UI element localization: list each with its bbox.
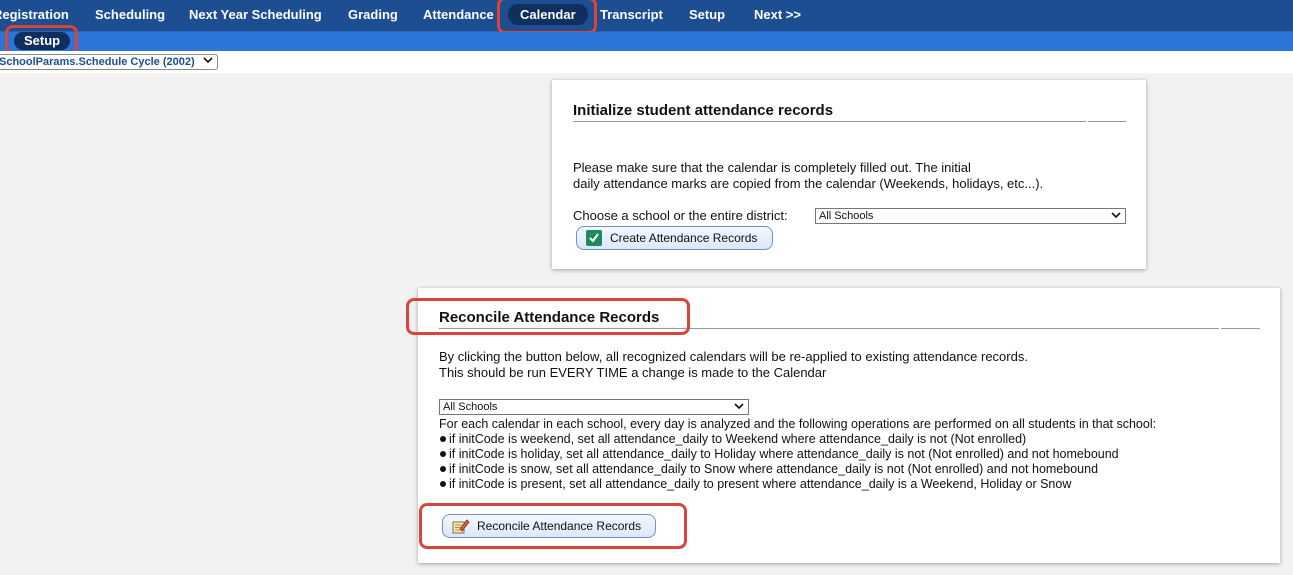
tab-scheduling[interactable]: Scheduling: [95, 7, 165, 22]
reconcile-description: For each calendar in each school, every …: [439, 417, 1157, 431]
tab-registration[interactable]: Registration: [0, 7, 69, 22]
sub-nav: Setup: [0, 32, 1293, 51]
tab-transcript[interactable]: Transcript: [600, 7, 663, 22]
top-nav: Registration Scheduling Next Year Schedu…: [0, 0, 1293, 32]
reconcile-panel: Reconcile Attendance Records By clicking…: [418, 288, 1280, 563]
tab-attendance[interactable]: Attendance: [423, 7, 494, 22]
chevron-down-icon: [203, 55, 213, 70]
initialize-text-line1: Please make sure that the calendar is co…: [573, 160, 971, 175]
tab-next-year-scheduling[interactable]: Next Year Scheduling: [189, 7, 322, 22]
initialize-text-line2: daily attendance marks are copied from t…: [573, 176, 1044, 191]
bullet-icon: [440, 451, 446, 457]
reconcile-attendance-records-button[interactable]: Reconcile Attendance Records: [442, 514, 656, 538]
check-icon: [586, 230, 602, 246]
initialize-panel: Initialize student attendance records Pl…: [552, 80, 1146, 269]
create-button-label: Create Attendance Records: [610, 231, 758, 245]
reconcile-text-line2: This should be run EVERY TIME a change i…: [439, 365, 827, 380]
subtab-setup[interactable]: Setup: [14, 32, 71, 50]
list-item: if initCode is weekend, set all attendan…: [439, 432, 1119, 447]
cycle-bar: SchoolParams.Schedule Cycle (2002): [0, 51, 1293, 73]
bullet-icon: [440, 436, 446, 442]
tab-grading[interactable]: Grading: [348, 7, 398, 22]
list-item: if initCode is snow, set all attendance_…: [439, 462, 1119, 477]
chevron-down-icon: [734, 401, 744, 416]
reconcile-button-label: Reconcile Attendance Records: [477, 519, 642, 533]
pencil-icon: [452, 518, 470, 534]
tab-setup[interactable]: Setup: [689, 7, 725, 22]
schedule-cycle-select[interactable]: SchoolParams.Schedule Cycle (2002): [0, 54, 218, 70]
tab-next[interactable]: Next >>: [754, 7, 801, 22]
reconcile-school-select[interactable]: All Schools: [439, 399, 749, 415]
title-rule-end: [1088, 121, 1126, 122]
create-attendance-records-button[interactable]: Create Attendance Records: [576, 226, 773, 250]
reconcile-operations-list: if initCode is weekend, set all attendan…: [439, 432, 1119, 492]
tab-calendar[interactable]: Calendar: [508, 4, 588, 25]
choose-school-label: Choose a school or the entire district:: [573, 208, 788, 223]
init-school-value: All Schools: [819, 210, 874, 222]
schedule-cycle-value: SchoolParams.Schedule Cycle (2002): [0, 56, 195, 68]
reconcile-school-value: All Schools: [443, 401, 498, 413]
title-rule: [573, 121, 1086, 122]
list-item: if initCode is present, set all attendan…: [439, 477, 1119, 492]
reconcile-text-line1: By clicking the button below, all recogn…: [439, 349, 1028, 364]
initialize-title: Initialize student attendance records: [573, 102, 834, 119]
reconcile-title: Reconcile Attendance Records: [439, 309, 660, 326]
title-rule: [439, 328, 1219, 329]
init-school-select[interactable]: All Schools: [815, 208, 1126, 224]
list-item: if initCode is holiday, set all attendan…: [439, 447, 1119, 462]
chevron-down-icon: [1111, 210, 1121, 225]
bullet-icon: [440, 481, 446, 487]
bullet-icon: [440, 466, 446, 472]
title-rule-end: [1221, 328, 1260, 329]
